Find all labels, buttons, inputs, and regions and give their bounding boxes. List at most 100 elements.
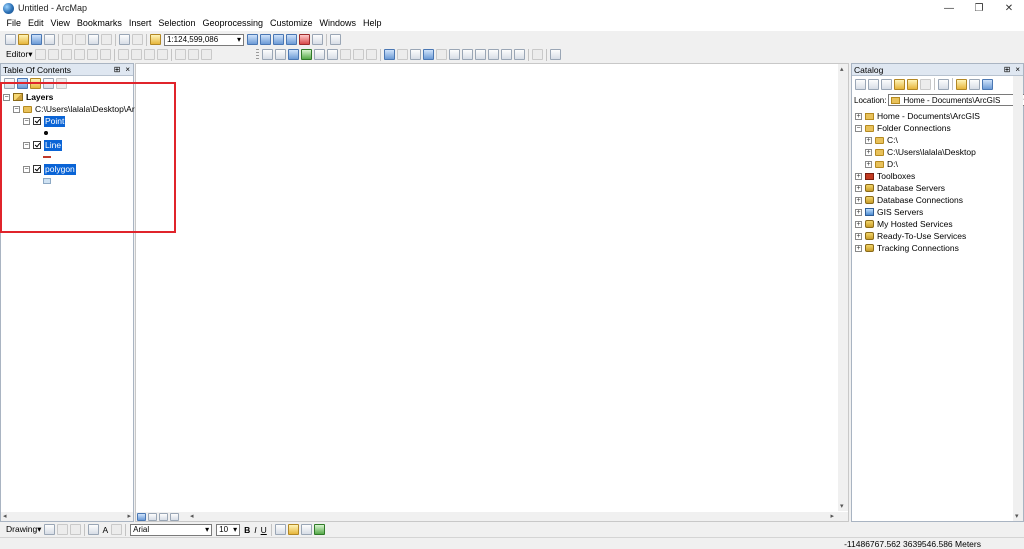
identify-icon[interactable] (423, 49, 434, 60)
scroll-left-icon[interactable]: ◂ (190, 512, 194, 520)
layout-view-tab-icon[interactable] (148, 512, 157, 521)
fill-color-icon[interactable] (287, 524, 299, 535)
editor-menu-button[interactable]: Editor▾ (4, 49, 34, 60)
pin-icon[interactable]: ⊞ (1004, 64, 1011, 76)
find-route-icon[interactable] (488, 49, 499, 60)
fixed-zoom-out-icon[interactable] (327, 49, 338, 60)
scroll-down-icon[interactable]: ▾ (1015, 512, 1019, 520)
expand-icon[interactable]: + (855, 112, 862, 120)
create-viewer-icon[interactable] (532, 49, 543, 60)
save-icon[interactable] (31, 34, 42, 45)
rotate-icon[interactable] (157, 49, 169, 60)
text-tool-button[interactable]: A (100, 525, 110, 535)
up-one-level-icon[interactable] (881, 78, 892, 90)
go-back-icon[interactable] (340, 49, 351, 60)
rotate-element-icon[interactable] (57, 524, 69, 535)
map-display[interactable]: ▴ ▾ ◂ ▸ (135, 63, 849, 522)
location-combo[interactable]: Home - Documents\ArcGIS ▾ (888, 94, 1024, 106)
menu-help[interactable]: Help (360, 16, 386, 31)
font-color-icon[interactable] (274, 524, 286, 535)
back-icon[interactable] (855, 78, 866, 90)
catalog-item[interactable]: + D:\ (855, 158, 980, 170)
toggle-contents-icon[interactable] (956, 78, 967, 90)
close-button[interactable]: ✕ (994, 0, 1024, 16)
python-window-icon[interactable] (312, 34, 323, 45)
scroll-left-icon[interactable]: ◂ (3, 512, 7, 520)
end-point-arc-icon[interactable] (74, 49, 86, 60)
find-icon[interactable] (475, 49, 486, 60)
views-icon[interactable] (938, 78, 949, 90)
expand-icon[interactable]: + (855, 208, 862, 216)
fixed-zoom-in-icon[interactable] (314, 49, 325, 60)
edit-vertices-icon[interactable] (111, 524, 123, 535)
refresh-view-icon[interactable] (159, 512, 168, 521)
expand-icon[interactable]: + (855, 220, 862, 228)
expand-icon[interactable]: + (855, 184, 862, 192)
menu-view[interactable]: View (47, 16, 73, 31)
add-data-icon[interactable] (150, 34, 161, 45)
copy-icon[interactable] (75, 34, 86, 45)
connect-folder-icon[interactable] (907, 78, 918, 90)
pan-icon[interactable] (288, 49, 299, 60)
catalog-item[interactable]: − Folder Connections (855, 122, 980, 134)
cut-polygons-icon[interactable] (144, 49, 156, 60)
catalog-item[interactable]: + Database Connections (855, 194, 980, 206)
expand-icon[interactable]: + (865, 148, 872, 156)
scroll-right-icon[interactable]: ▸ (127, 512, 131, 520)
marker-color-icon[interactable] (313, 524, 325, 535)
new-document-icon[interactable] (5, 34, 16, 45)
catalog-item[interactable]: + Ready-To-Use Services (855, 230, 980, 242)
reshape-icon[interactable] (131, 49, 143, 60)
catalog-options-icon[interactable] (982, 78, 993, 90)
select-elements-icon[interactable] (44, 524, 56, 535)
open-icon[interactable] (18, 34, 29, 45)
expand-icon[interactable]: + (865, 160, 872, 168)
map-scale-combo[interactable]: 1:124,599,086 ▾ (164, 33, 244, 46)
toc-horizontal-scrollbar[interactable]: ◂ ▸ (1, 512, 133, 521)
data-view-tab-icon[interactable] (137, 512, 146, 521)
go-forward-icon[interactable] (353, 49, 364, 60)
menu-edit[interactable]: Edit (25, 16, 48, 31)
menu-insert[interactable]: Insert (125, 16, 155, 31)
straight-segment-icon[interactable] (61, 49, 73, 60)
scroll-down-icon[interactable]: ▾ (840, 502, 844, 510)
zoom-out-icon[interactable] (275, 49, 286, 60)
underline-button[interactable]: U (259, 525, 269, 535)
drawing-menu-button[interactable]: Drawing▾ (4, 524, 43, 535)
clear-selection-icon[interactable] (397, 49, 408, 60)
go-to-xy-icon[interactable] (501, 49, 512, 60)
split-icon[interactable] (100, 49, 112, 60)
catalog-item[interactable]: + My Hosted Services (855, 218, 980, 230)
toc-window-icon[interactable] (260, 34, 271, 45)
expand-icon[interactable]: + (855, 196, 862, 204)
redo-icon[interactable] (132, 34, 143, 45)
full-extent-icon[interactable] (301, 49, 312, 60)
font-name-combo[interactable]: Arial ▾ (130, 523, 213, 536)
paste-icon[interactable] (88, 34, 99, 45)
scroll-right-icon[interactable]: ▸ (830, 512, 834, 520)
catalog-item[interactable]: + Home - Documents\ArcGIS (855, 110, 980, 122)
home-icon[interactable] (894, 78, 905, 90)
zoom-in-icon[interactable] (262, 49, 273, 60)
print-icon[interactable] (44, 34, 55, 45)
forward-icon[interactable] (868, 78, 879, 90)
tree-toggle-icon[interactable] (969, 78, 980, 90)
menu-windows[interactable]: Windows (316, 16, 360, 31)
catalog-item[interactable]: + Database Servers (855, 182, 980, 194)
menu-customize[interactable]: Customize (267, 16, 317, 31)
select-features-icon[interactable] (384, 49, 395, 60)
maximize-button[interactable]: ❐ (964, 0, 994, 16)
menu-file[interactable]: File (3, 16, 25, 31)
map-horizontal-scrollbar[interactable]: ◂ ▸ (136, 512, 848, 521)
measure-icon[interactable] (462, 49, 473, 60)
edit-tool-icon[interactable] (35, 49, 47, 60)
edit-annotation-icon[interactable] (48, 49, 60, 60)
close-icon[interactable]: × (125, 64, 130, 76)
editor-toolbar-icon[interactable] (247, 34, 258, 45)
catalog-item[interactable]: + Toolboxes (855, 170, 980, 182)
cut-icon[interactable] (62, 34, 73, 45)
catalog-window-icon[interactable] (273, 34, 284, 45)
bold-button[interactable]: B (242, 525, 252, 535)
data-view-icon[interactable] (550, 49, 561, 60)
toolbar-grip[interactable] (256, 48, 259, 61)
